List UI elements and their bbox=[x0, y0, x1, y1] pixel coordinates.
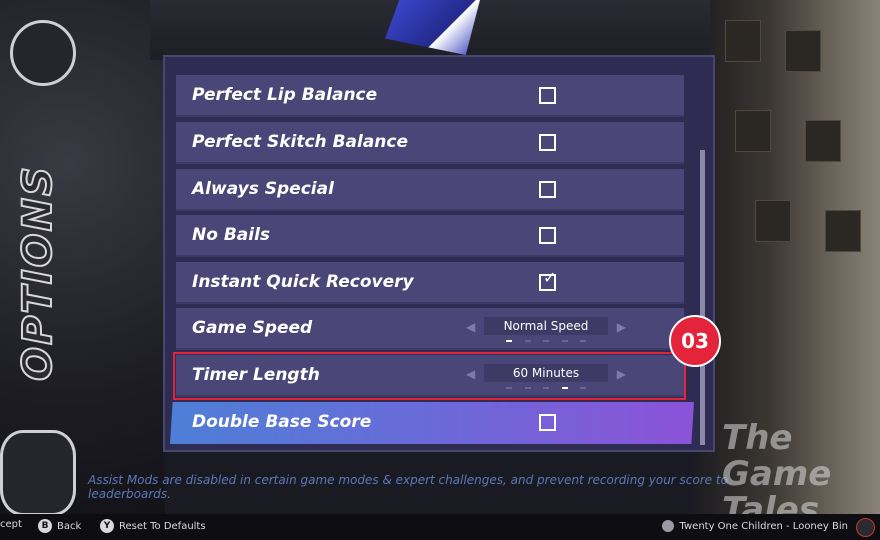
watermark-line: Game bbox=[722, 454, 832, 494]
selector-indicator bbox=[506, 340, 586, 342]
setting-label: No Bails bbox=[192, 225, 271, 245]
game-speed-selector[interactable]: ◀ Normal Speed ▶ bbox=[466, 314, 626, 344]
reset-label: Reset To Defaults bbox=[119, 520, 206, 532]
music-disc-icon bbox=[661, 520, 674, 532]
footer-bar: cept B Back Y Reset To Defaults Twenty O… bbox=[0, 514, 880, 540]
setting-row-instant-quick-recovery[interactable]: Instant Quick Recovery ✓ bbox=[176, 262, 684, 304]
setting-label: Game Speed bbox=[192, 318, 313, 338]
assist-mods-note: Assist Mods are disabled in certain game… bbox=[88, 473, 728, 501]
now-playing: Twenty One Children - Looney Bin bbox=[661, 520, 848, 532]
setting-row-double-base-score[interactable]: Double Base Score bbox=[170, 402, 694, 444]
checkbox-checked[interactable]: ✓ bbox=[539, 270, 556, 291]
options-side-title: OPTIONS bbox=[14, 164, 62, 382]
reset-defaults-button[interactable]: Y Reset To Defaults bbox=[100, 519, 206, 533]
checkbox[interactable] bbox=[539, 181, 556, 198]
back-label: Back bbox=[57, 520, 82, 532]
watermark-line: The bbox=[722, 418, 793, 458]
accept-button[interactable]: cept bbox=[0, 519, 22, 530]
setting-label: Perfect Lip Balance bbox=[192, 85, 378, 105]
setting-row-perfect-skitch-balance[interactable]: Perfect Skitch Balance bbox=[176, 122, 684, 164]
back-button[interactable]: B Back bbox=[38, 519, 81, 533]
setting-row-always-special[interactable]: Always Special bbox=[176, 169, 684, 211]
setting-label: Perfect Skitch Balance bbox=[192, 132, 409, 152]
y-button-icon: Y bbox=[100, 519, 114, 533]
now-playing-text: Twenty One Children - Looney Bin bbox=[679, 520, 848, 532]
watermark-logo: The Game Tales bbox=[722, 420, 831, 528]
playstation-icon bbox=[856, 518, 875, 537]
checkbox[interactable] bbox=[539, 414, 556, 431]
checkbox[interactable] bbox=[539, 227, 556, 244]
accept-label: cept bbox=[0, 519, 22, 530]
arrow-right-icon[interactable]: ▶ bbox=[617, 320, 626, 334]
setting-row-game-speed[interactable]: Game Speed ◀ Normal Speed ▶ bbox=[176, 308, 684, 350]
setting-label: Double Base Score bbox=[192, 412, 372, 432]
setting-row-perfect-lip-balance[interactable]: Perfect Lip Balance bbox=[176, 75, 684, 117]
arrow-left-icon[interactable]: ◀ bbox=[466, 320, 475, 334]
setting-label: Always Special bbox=[192, 179, 334, 199]
setting-row-no-bails[interactable]: No Bails bbox=[176, 215, 684, 257]
selector-value: Normal Speed bbox=[484, 317, 608, 335]
b-button-icon: B bbox=[38, 519, 52, 533]
checkbox[interactable] bbox=[539, 134, 556, 151]
checkbox[interactable] bbox=[539, 87, 556, 104]
callout-frame bbox=[173, 352, 686, 400]
sticker-art bbox=[10, 20, 76, 86]
rip-skateboard-sticker bbox=[0, 430, 76, 516]
setting-label: Instant Quick Recovery bbox=[192, 272, 414, 292]
checkmark-icon: ✓ bbox=[543, 268, 557, 287]
scrollbar[interactable] bbox=[700, 150, 705, 445]
callout-badge: 03 bbox=[669, 315, 721, 367]
